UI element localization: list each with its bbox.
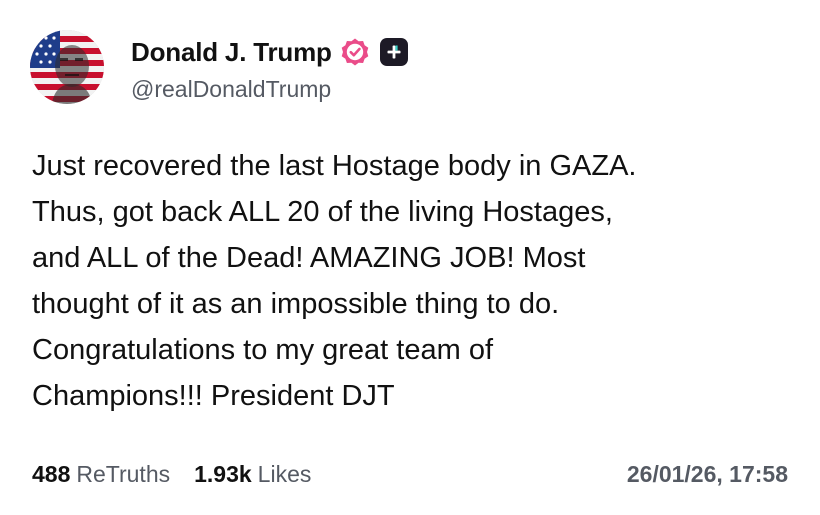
post-card: Donald J. Trump @realDonaldTrump Just re… bbox=[0, 0, 820, 515]
user-handle[interactable]: @realDonaldTrump bbox=[131, 76, 331, 103]
likes-count: 1.93k bbox=[194, 460, 252, 487]
verified-badge-icon bbox=[340, 37, 370, 67]
flag-portrait-avatar-icon bbox=[30, 30, 104, 104]
retruths-count: 488 bbox=[32, 460, 71, 487]
avatar[interactable] bbox=[30, 30, 104, 104]
post-text: Just recovered the last Hostage body in … bbox=[32, 150, 637, 412]
display-name[interactable]: Donald J. Trump bbox=[131, 37, 332, 68]
post-timestamp[interactable]: 26/01/26, 17:58 bbox=[627, 458, 788, 490]
retruths-label: ReTruths bbox=[76, 460, 171, 487]
likes-label: Likes bbox=[257, 460, 312, 487]
plus-icon[interactable] bbox=[379, 38, 408, 66]
retruths-stat[interactable]: 488 ReTruths bbox=[32, 461, 170, 488]
post-stats: 488 ReTruths 1.93k Likes bbox=[32, 458, 335, 490]
name-row: Donald J. Trump bbox=[131, 36, 408, 68]
likes-stat[interactable]: 1.93k Likes bbox=[194, 461, 311, 488]
